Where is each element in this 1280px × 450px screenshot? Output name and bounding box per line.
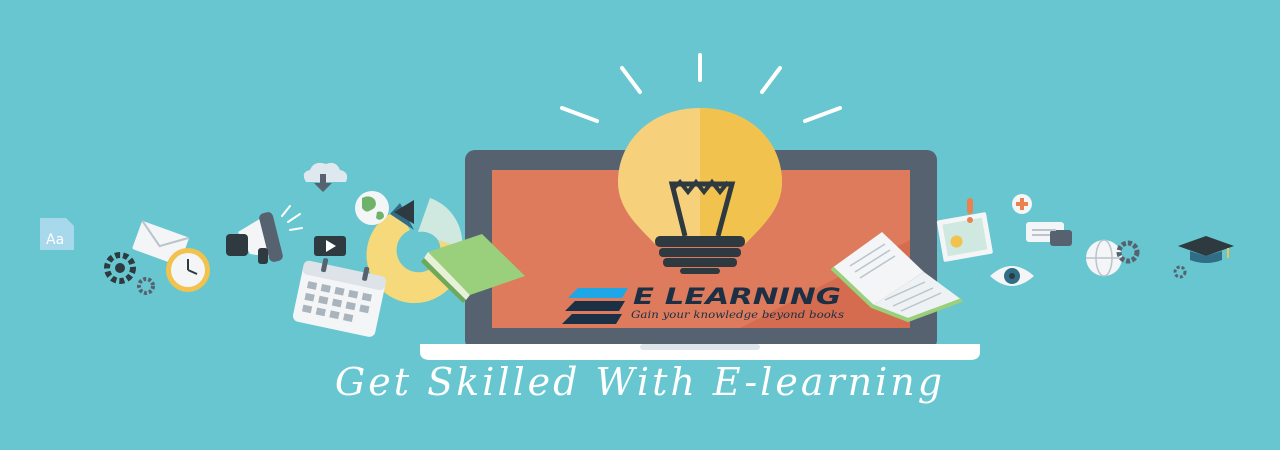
megaphone-icon [226,205,303,264]
logo-wordmark: E LEARNING [633,285,841,310]
chat-icon [1026,222,1072,246]
alert-icon [967,198,973,223]
medical-icon [1012,194,1032,214]
clock-icon [166,248,210,292]
gears-icon [104,252,155,295]
photo-icon [936,212,993,262]
slogan-heading: Get Skilled With E-learning [334,360,946,404]
graduation-cap-icon [1178,236,1234,263]
video-play-icon [314,236,346,256]
svg-text:Aa: Aa [46,232,64,248]
eye-icon [990,266,1034,286]
logo-tagline: Gain your knowledge beyond books [631,310,844,321]
elearning-logo: E LEARNING Gain your knowledge beyond bo… [562,285,844,324]
hero-banner: E LEARNING Gain your knowledge beyond bo… [0,0,1280,450]
cloud-download-icon [303,162,348,192]
world-gear-icon [1086,239,1187,279]
globe-icon [355,191,389,225]
font-icon: Aa [40,218,74,250]
